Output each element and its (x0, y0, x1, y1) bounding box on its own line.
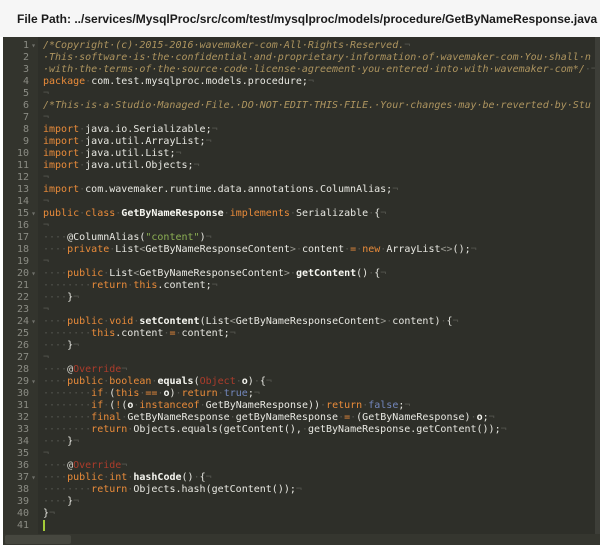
code-line[interactable]: import·com.wavemaker.runtime.data.annota… (43, 184, 600, 196)
code-line[interactable]: /*This·is·a·Studio·Managed·File.·DO·NOT·… (43, 100, 600, 112)
line-number[interactable]: 27 (3, 352, 38, 364)
fold-arrow-icon[interactable]: ▾ (29, 472, 38, 484)
code-line[interactable]: ····private·List<GetByNameResponseConten… (43, 244, 600, 256)
fold-arrow-icon[interactable]: ▾ (29, 208, 38, 220)
code-line[interactable]: import·java.util.ArrayList;¬ (43, 136, 600, 148)
code-line[interactable]: ········final·GetByNameResponse·getByNam… (43, 412, 600, 424)
code-line[interactable]: ········this.content·=·content;¬ (43, 328, 600, 340)
line-number[interactable]: 16 (3, 220, 38, 232)
code-line[interactable]: ····public·void·setContent(List<GetByNam… (43, 316, 600, 328)
code-line[interactable]: ····@Override¬ (43, 364, 600, 376)
line-number[interactable]: 35 (3, 448, 38, 460)
line-number[interactable]: 31 (3, 400, 38, 412)
line-number[interactable]: 1▾ (3, 40, 38, 52)
code-line[interactable]: ¬ (43, 220, 600, 232)
file-path-text: File Path: ../services/MysqlProc/src/com… (17, 12, 597, 26)
fold-arrow-icon[interactable]: ▾ (29, 376, 38, 388)
line-number[interactable]: 9 (3, 136, 38, 148)
code-line[interactable]: ····@ColumnAlias("content")¬ (43, 232, 600, 244)
code-line[interactable]: ¬ (43, 256, 600, 268)
code-line[interactable]: ····@Override¬ (43, 460, 600, 472)
line-number[interactable]: 7 (3, 112, 38, 124)
line-number[interactable]: 36 (3, 460, 38, 472)
code-line[interactable]: ····}¬ (43, 292, 600, 304)
code-line[interactable]: ········if·(!(o·instanceof·GetByNameResp… (43, 400, 600, 412)
code-line[interactable]: ····}¬ (43, 340, 600, 352)
line-number[interactable]: 37▾ (3, 472, 38, 484)
code-line[interactable]: ····public·List<GetByNameResponseContent… (43, 268, 600, 280)
fold-arrow-icon[interactable]: ▾ (29, 316, 38, 328)
code-line[interactable]: ¬ (43, 196, 600, 208)
line-number[interactable]: 4 (3, 76, 38, 88)
code-line[interactable]: ········if·(this·==·o)·return·true;¬ (43, 388, 600, 400)
code-line[interactable]: ¬ (43, 352, 600, 364)
code-line[interactable]: import·java.io.Serializable;¬ (43, 124, 600, 136)
line-number[interactable]: 24▾ (3, 316, 38, 328)
line-number-gutter[interactable]: 1▾23456789101112131415▾1617181920▾212223… (3, 37, 38, 545)
line-number[interactable]: 10 (3, 148, 38, 160)
code-line[interactable]: ·This·software·is·the·confidential·and·p… (43, 52, 600, 64)
line-number[interactable]: 40 (3, 508, 38, 520)
code-line[interactable]: ····}¬ (43, 496, 600, 508)
code-line[interactable]: ¬ (43, 304, 600, 316)
fold-arrow-icon[interactable]: ▾ (29, 268, 38, 280)
line-number[interactable]: 34 (3, 436, 38, 448)
code-line[interactable]: ¬ (43, 112, 600, 124)
code-line[interactable]: import·java.util.Objects;¬ (43, 160, 600, 172)
line-number[interactable]: 5 (3, 88, 38, 100)
line-number[interactable]: 6 (3, 100, 38, 112)
line-number[interactable]: 28 (3, 364, 38, 376)
code-line[interactable]: }¬ (43, 508, 600, 520)
line-number[interactable]: 29▾ (3, 376, 38, 388)
line-number[interactable]: 2 (3, 52, 38, 64)
horizontal-scrollbar-thumb[interactable] (5, 535, 71, 544)
code-area[interactable]: /*Copyright·(c)·2015-2016·wavemaker-com·… (38, 37, 600, 545)
line-number[interactable]: 41 (3, 520, 38, 532)
horizontal-scrollbar[interactable] (3, 534, 600, 545)
line-number[interactable]: 8 (3, 124, 38, 136)
line-number[interactable]: 12 (3, 172, 38, 184)
code-line[interactable]: ¬ (43, 448, 600, 460)
line-number[interactable]: 20▾ (3, 268, 38, 280)
code-editor[interactable]: 1▾23456789101112131415▾1617181920▾212223… (3, 37, 600, 545)
line-number[interactable]: 25 (3, 328, 38, 340)
line-number[interactable]: 3 (3, 64, 38, 76)
page: File Path: ../services/MysqlProc/src/com… (0, 0, 600, 545)
line-number[interactable]: 13 (3, 184, 38, 196)
line-number[interactable]: 38 (3, 484, 38, 496)
code-line[interactable]: ········return·Objects.equals(getContent… (43, 424, 600, 436)
code-line[interactable]: ····}¬ (43, 436, 600, 448)
line-number[interactable]: 19 (3, 256, 38, 268)
line-number[interactable]: 17 (3, 232, 38, 244)
code-line[interactable] (43, 520, 600, 532)
code-line[interactable]: ········return·Objects.hash(getContent()… (43, 484, 600, 496)
line-number[interactable]: 23 (3, 304, 38, 316)
line-number[interactable]: 15▾ (3, 208, 38, 220)
code-line[interactable]: public·class·GetByNameResponse·implement… (43, 208, 600, 220)
line-number[interactable]: 26 (3, 340, 38, 352)
code-line[interactable]: import·java.util.List;¬ (43, 148, 600, 160)
code-line[interactable]: ········return·this.content;¬ (43, 280, 600, 292)
code-line[interactable]: ····public·boolean·equals(Object·o)·{¬ (43, 376, 600, 388)
line-number[interactable]: 30 (3, 388, 38, 400)
line-number[interactable]: 33 (3, 424, 38, 436)
code-line[interactable]: package·com.test.mysqlproc.models.proced… (43, 76, 600, 88)
code-line[interactable]: ····public·int·hashCode()·{¬ (43, 472, 600, 484)
line-number[interactable]: 14 (3, 196, 38, 208)
line-number[interactable]: 21 (3, 280, 38, 292)
code-line[interactable]: /*Copyright·(c)·2015-2016·wavemaker-com·… (43, 40, 600, 52)
line-number[interactable]: 11 (3, 160, 38, 172)
text-cursor (43, 520, 45, 531)
code-line[interactable]: ¬ (43, 172, 600, 184)
line-number[interactable]: 32 (3, 412, 38, 424)
line-number[interactable]: 22 (3, 292, 38, 304)
line-number[interactable]: 39 (3, 496, 38, 508)
file-path-bar: File Path: ../services/MysqlProc/src/com… (0, 0, 600, 37)
line-number[interactable]: 18 (3, 244, 38, 256)
fold-arrow-icon[interactable]: ▾ (29, 40, 38, 52)
vertical-scrollbar[interactable] (595, 37, 600, 534)
code-line[interactable]: ¬ (43, 88, 600, 100)
code-line[interactable]: ·with·the·terms·of·the·source·code·licen… (43, 64, 600, 76)
